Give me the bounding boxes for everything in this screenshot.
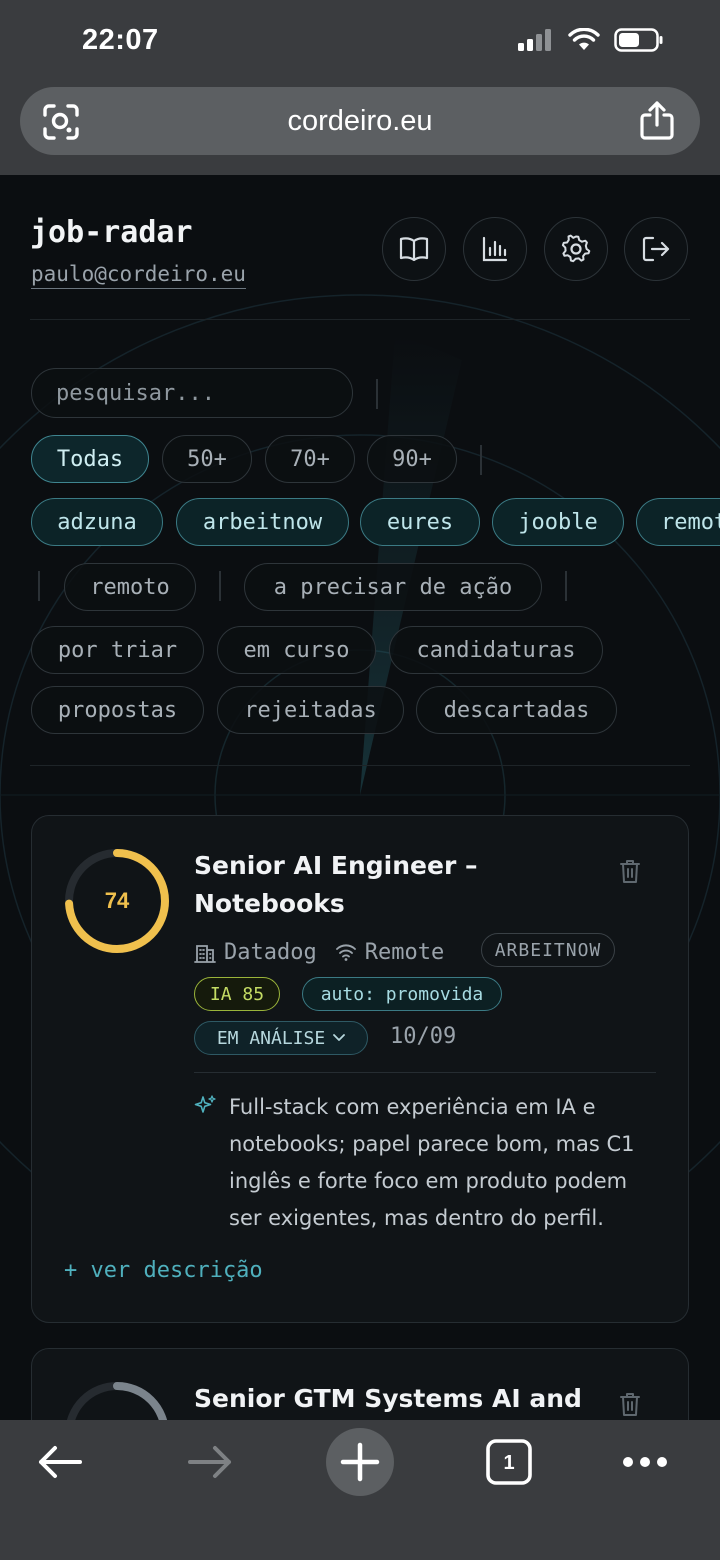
score-value: 74 [104, 888, 130, 913]
company-name: Datadog [224, 939, 317, 965]
filter-separator [376, 379, 378, 409]
browser-top-bar: 22:07 cordeiro.eu [0, 0, 720, 175]
status-chip-discarded[interactable]: descartadas [416, 686, 617, 734]
tabs-icon: 1 [486, 1439, 532, 1485]
filter-separator [565, 571, 567, 601]
chevron-down-icon [333, 1034, 346, 1041]
logout-button[interactable] [624, 217, 688, 281]
location-text: Remote [364, 939, 445, 965]
filter-separator [480, 445, 482, 475]
wifi-icon [335, 944, 356, 961]
job-card[interactable]: Senior GTM Systems AI and [31, 1348, 689, 1420]
user-email[interactable]: paulo@cordeiro.eu [31, 262, 246, 289]
url-bar[interactable]: cordeiro.eu [20, 87, 700, 155]
auto-status-badge: auto: promovida [302, 977, 502, 1011]
forward-arrow-icon [188, 1446, 231, 1478]
status-chip-applications[interactable]: candidaturas [389, 626, 603, 674]
job-card[interactable]: 74 Senior AI Engineer – Notebooks Datado… [31, 815, 689, 1323]
source-chip-adzuna[interactable]: adzuna [31, 498, 163, 546]
job-meta: Datadog Remote [194, 934, 444, 970]
more-icon [623, 1457, 667, 1467]
lens-icon[interactable] [42, 103, 80, 141]
building-icon [194, 945, 216, 963]
battery-icon [614, 28, 663, 52]
source-chip-remotive[interactable]: remot [636, 498, 720, 546]
status-label: EM ANÁLISE [216, 1027, 326, 1049]
score-chip-all[interactable]: Todas [31, 435, 149, 483]
score-chip-70[interactable]: 70+ [265, 435, 355, 483]
chart-icon [482, 236, 508, 262]
header-divider [30, 319, 690, 320]
trash-icon[interactable] [619, 858, 641, 884]
logout-icon [642, 236, 670, 262]
status-icons [518, 28, 664, 52]
cellular-signal-icon [518, 29, 551, 51]
remote-chip[interactable]: remoto [64, 563, 196, 611]
web-page: job-radar paulo@cordeiro.eu Todas 50+ 70… [0, 175, 720, 1420]
share-icon[interactable] [640, 100, 674, 140]
book-icon [399, 237, 429, 262]
status-chip-rejected[interactable]: rejeitadas [217, 686, 404, 734]
source-chip-arbeitnow[interactable]: arbeitnow [176, 498, 349, 546]
status-chip-to-triage[interactable]: por triar [31, 626, 204, 674]
more-button[interactable] [600, 1420, 690, 1504]
stats-button[interactable] [463, 217, 527, 281]
score-chip-90[interactable]: 90+ [367, 435, 457, 483]
status-chip-in-progress[interactable]: em curso [217, 626, 376, 674]
tabs-button[interactable]: 1 [464, 1420, 554, 1504]
filters-divider [30, 765, 690, 766]
forward-button[interactable] [165, 1420, 255, 1504]
search-input[interactable] [31, 368, 353, 418]
status-chip-offers[interactable]: propostas [31, 686, 204, 734]
plus-icon [326, 1428, 394, 1496]
docs-button[interactable] [382, 217, 446, 281]
gear-icon [561, 234, 591, 263]
job-title[interactable]: Senior AI Engineer – Notebooks [194, 847, 554, 923]
location: Remote [335, 940, 444, 965]
trash-icon[interactable] [619, 1391, 641, 1417]
app-title: job-radar [30, 215, 193, 250]
ia-score-badge: IA 85 [194, 977, 280, 1011]
status-dropdown[interactable]: EM ANÁLISE [194, 1021, 368, 1055]
wifi-icon [568, 28, 600, 50]
source-tag: ARBEITNOW [481, 933, 615, 967]
filter-separator [38, 571, 40, 601]
settings-button[interactable] [544, 217, 608, 281]
needs-action-chip[interactable]: a precisar de ação [244, 563, 542, 611]
tab-count: 1 [503, 1452, 514, 1474]
filter-separator [219, 571, 221, 601]
card-divider [194, 1072, 656, 1073]
url-text[interactable]: cordeiro.eu [20, 105, 700, 138]
score-ring [65, 1382, 169, 1420]
new-tab-button[interactable] [315, 1420, 405, 1504]
source-chip-jooble[interactable]: jooble [492, 498, 624, 546]
source-chip-eures[interactable]: eures [360, 498, 480, 546]
show-description-link[interactable]: + ver descrição [64, 1258, 263, 1283]
company: Datadog [194, 940, 317, 965]
job-date: 10/09 [390, 1024, 457, 1049]
job-title[interactable]: Senior GTM Systems AI and [194, 1380, 594, 1418]
browser-bottom-bar: 1 [0, 1420, 720, 1560]
status-time: 22:07 [82, 24, 159, 56]
ai-summary: Full-stack com experiência em IA e noteb… [229, 1095, 635, 1230]
back-arrow-icon [39, 1446, 82, 1478]
back-button[interactable] [15, 1420, 105, 1504]
score-chip-50[interactable]: 50+ [162, 435, 252, 483]
sparkle-icon [194, 1095, 216, 1113]
